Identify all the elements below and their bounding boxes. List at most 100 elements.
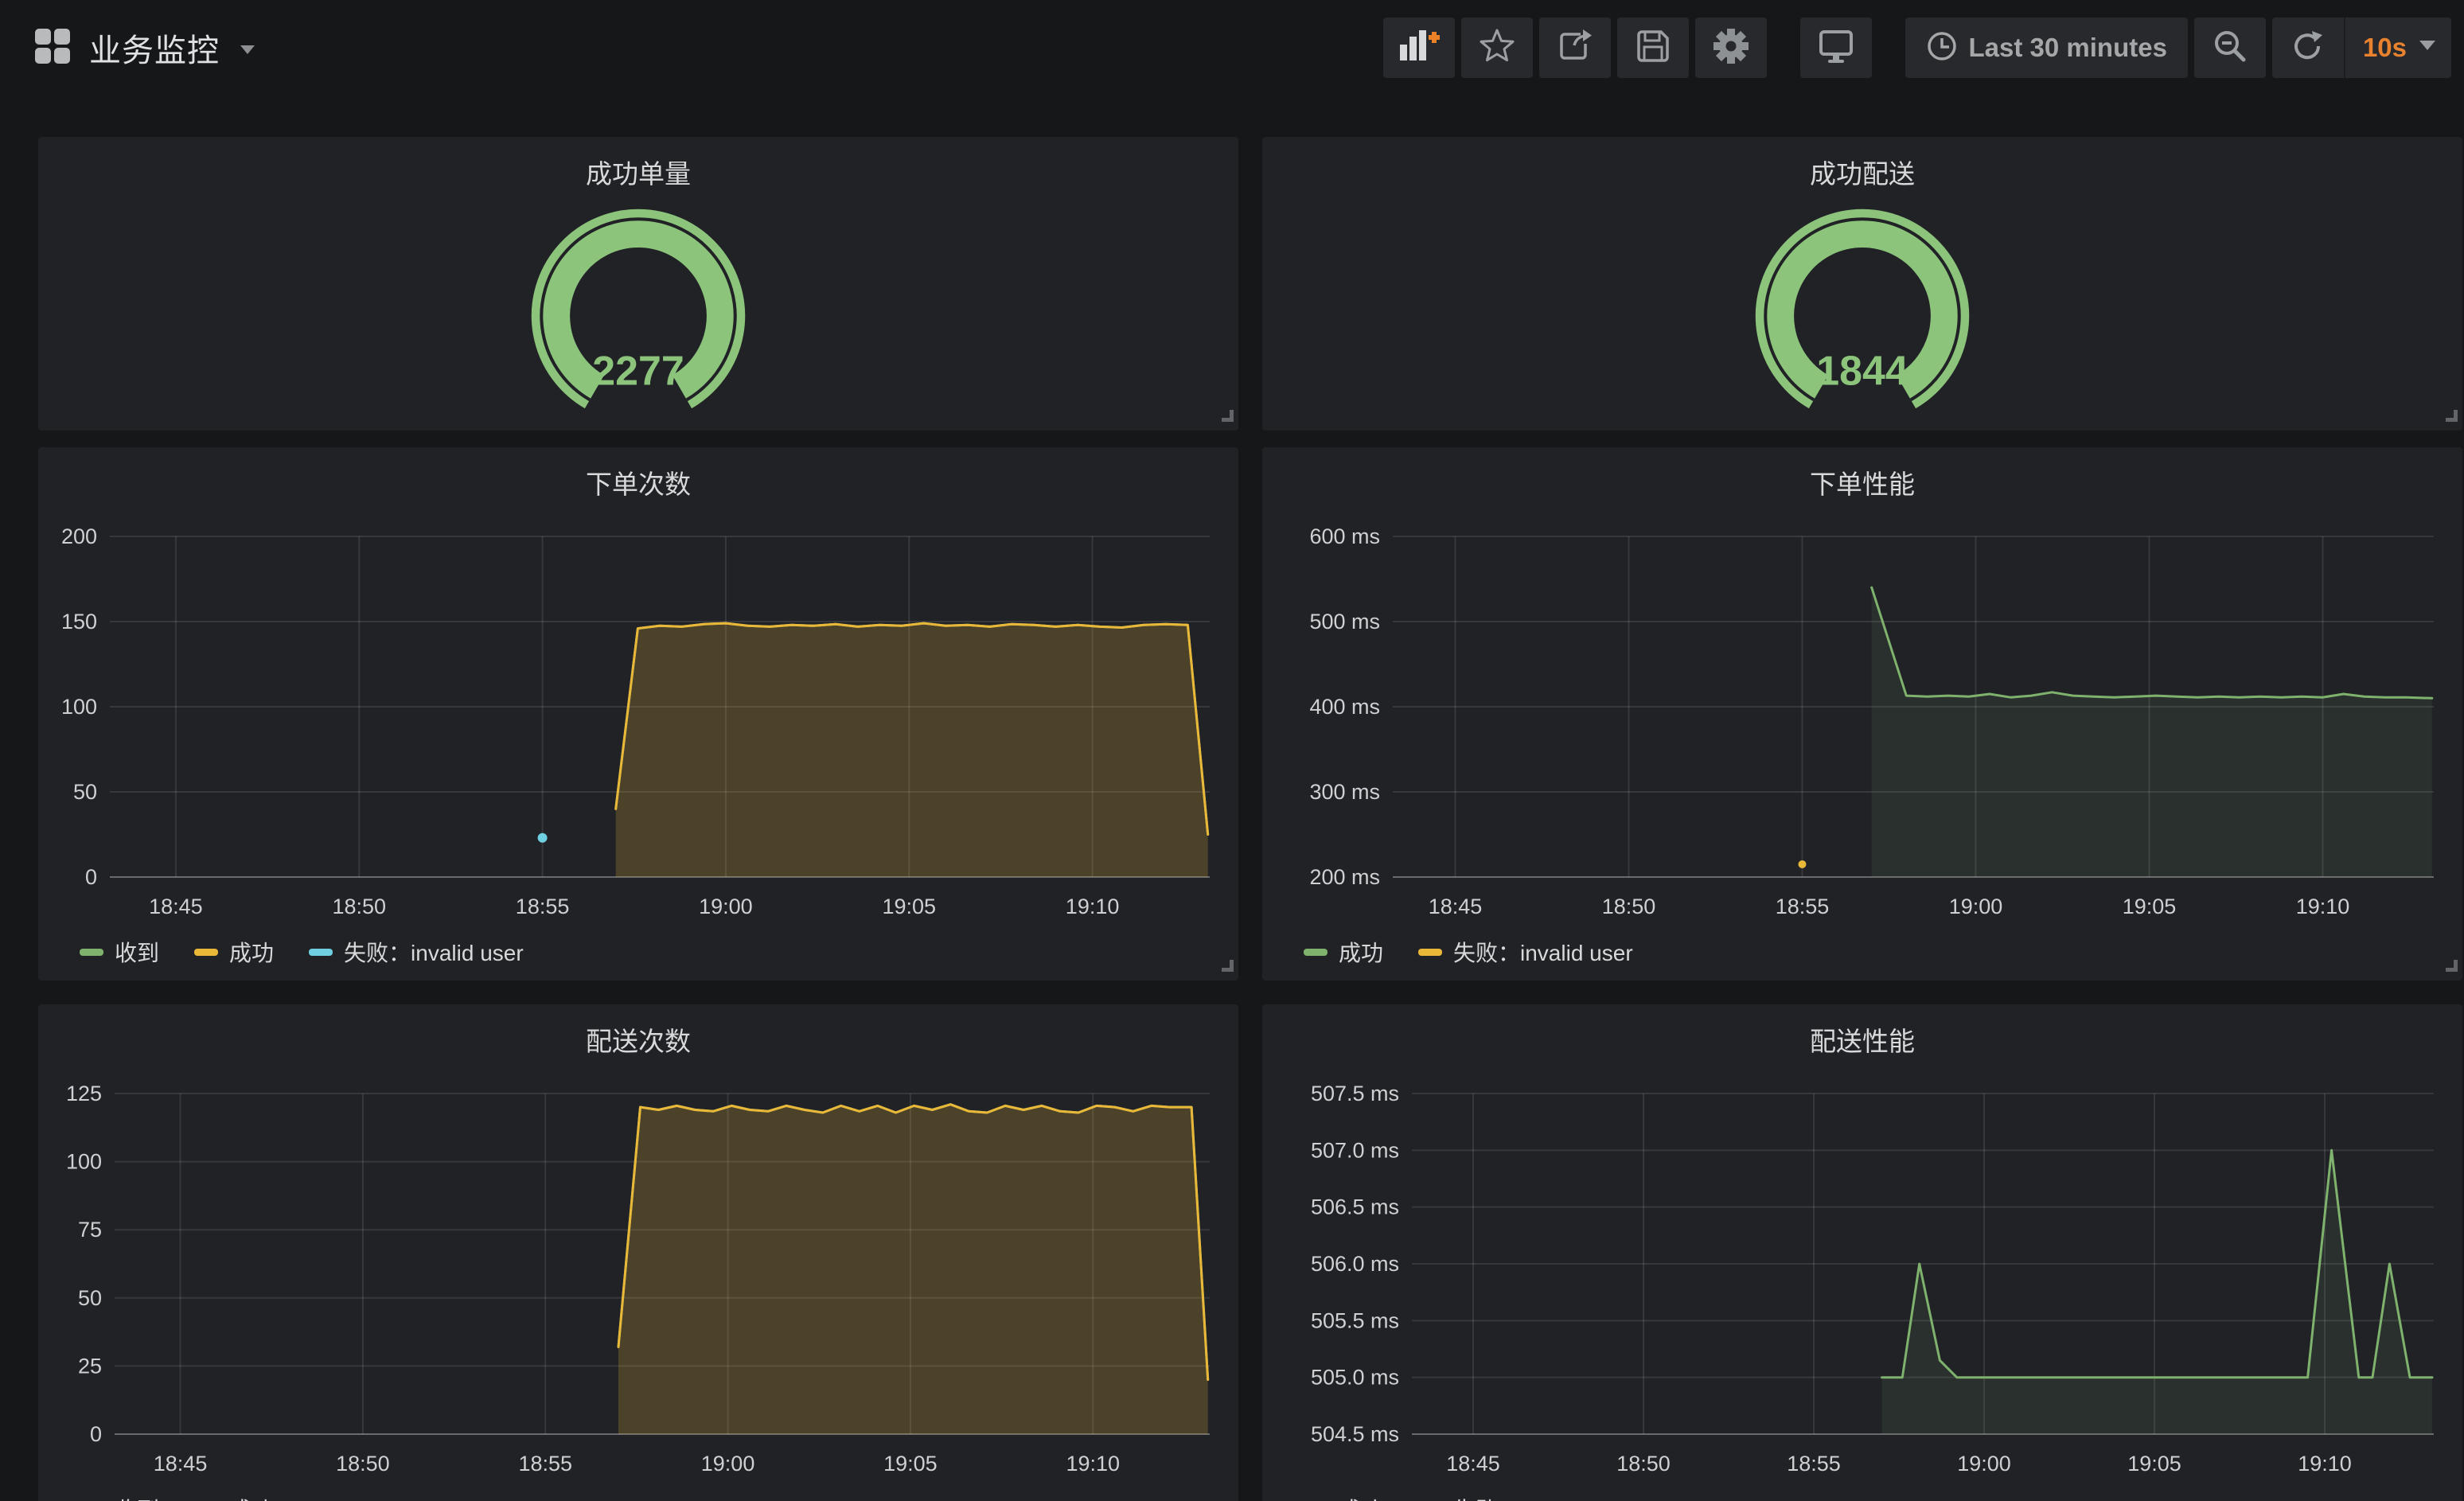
svg-text:18:50: 18:50 [1616, 1452, 1671, 1476]
legend-series-color [194, 949, 218, 956]
panel-order-performance: 下单性能 200 ms300 ms400 ms500 ms600 ms18:45… [1262, 447, 2462, 981]
svg-text:19:05: 19:05 [883, 1452, 938, 1476]
delivery-count-chart[interactable]: 0 25 50 75 100 125 18:45 18:50 18:55 19:00 19:05 19… [48, 1081, 1229, 1482]
legend-item[interactable]: 失败：invalid user [309, 936, 524, 968]
svg-text:18:45: 18:45 [149, 895, 203, 918]
svg-text:18:50: 18:50 [332, 895, 386, 918]
legend-series-color [80, 949, 103, 956]
chart-legend: 成功 失败：invalid user [1272, 1493, 2453, 1501]
svg-text:200: 200 [61, 524, 97, 548]
svg-text:506.0 ms: 506.0 ms [1311, 1252, 1399, 1276]
legend-series-label: 成功 [1339, 936, 1383, 968]
gauge: 1844 [1262, 205, 2462, 412]
svg-text:100: 100 [66, 1150, 102, 1174]
svg-text:19:00: 19:00 [699, 895, 753, 918]
svg-text:50: 50 [78, 1286, 102, 1310]
svg-text:100: 100 [61, 695, 97, 719]
svg-text:504.5 ms: 504.5 ms [1311, 1422, 1399, 1446]
svg-text:200 ms: 200 ms [1309, 865, 1380, 889]
legend-item[interactable]: 成功 [194, 1493, 274, 1501]
resize-handle-icon[interactable] [2446, 960, 2458, 976]
svg-text:18:50: 18:50 [336, 1452, 390, 1476]
legend-series-label: 失败：invalid user [1453, 1493, 1633, 1501]
resize-handle-icon[interactable] [2446, 410, 2458, 426]
panel-title[interactable]: 配送次数 [38, 1023, 1238, 1060]
chart-legend: 收到 成功 [48, 1493, 1229, 1501]
svg-text:505.5 ms: 505.5 ms [1311, 1308, 1399, 1332]
svg-text:600 ms: 600 ms [1309, 524, 1380, 548]
legend-series-label: 成功 [229, 1493, 274, 1501]
svg-text:19:10: 19:10 [2296, 895, 2350, 918]
svg-text:19:00: 19:00 [701, 1452, 755, 1476]
legend-series-color [1304, 949, 1328, 956]
svg-text:0: 0 [85, 865, 97, 889]
chart-body: 200 ms300 ms400 ms500 ms600 ms18:4518:50… [1262, 524, 2462, 968]
legend-series-label: 失败：invalid user [1453, 936, 1633, 968]
svg-text:505.0 ms: 505.0 ms [1311, 1366, 1399, 1390]
panel-title[interactable]: 下单次数 [38, 466, 1238, 503]
order-count-chart[interactable]: 0 50 100 150 200 18:45 18:50 18:55 19:00 19:05 19:… [48, 524, 1229, 925]
panel-title[interactable]: 成功配送 [1262, 156, 2462, 193]
chart-legend: 收到 成功 失败：invalid user [48, 936, 1229, 968]
svg-text:19:10: 19:10 [1066, 1452, 1120, 1476]
panel-delivery-performance: 配送性能 504.5 ms 505.0 ms 505.5 ms 506.0 ms 506… [1262, 1004, 2462, 1501]
svg-text:18:55: 18:55 [516, 895, 570, 918]
svg-text:125: 125 [66, 1082, 102, 1105]
panel-title[interactable]: 成功单量 [38, 156, 1238, 193]
legend-item[interactable]: 成功 [194, 936, 274, 968]
svg-text:150: 150 [61, 610, 97, 634]
legend-item[interactable]: 成功 [1304, 936, 1383, 968]
legend-series-label: 失败：invalid user [344, 936, 524, 968]
svg-text:18:55: 18:55 [1776, 895, 1830, 918]
svg-text:25: 25 [78, 1354, 102, 1378]
legend-series-color [309, 949, 333, 956]
svg-text:19:00: 19:00 [1949, 895, 2003, 918]
svg-text:18:55: 18:55 [518, 1452, 572, 1476]
svg-text:19:00: 19:00 [1957, 1452, 2011, 1476]
dashboard-grid-area: 成功单量 2277 成功配送 1844 [0, 0, 2464, 1501]
svg-text:75: 75 [78, 1218, 102, 1242]
svg-text:19:05: 19:05 [882, 895, 936, 918]
chart-body: 0 50 100 150 200 18:45 18:50 18:55 19:00 19:05 19:… [38, 524, 1238, 968]
chart-legend: 成功 失败：invalid user [1272, 936, 2453, 968]
order-performance-chart[interactable]: 200 ms300 ms400 ms500 ms600 ms18:4518:50… [1272, 524, 2453, 925]
svg-text:507.5 ms: 507.5 ms [1311, 1082, 1399, 1105]
legend-item[interactable]: 收到 [80, 1493, 159, 1501]
legend-series-color [1418, 949, 1442, 956]
chart-body: 0 25 50 75 100 125 18:45 18:50 18:55 19:00 19:05 19… [38, 1081, 1238, 1501]
panel-success-orders: 成功单量 2277 [38, 137, 1238, 431]
panel-delivery-count: 配送次数 0 25 50 75 100 125 18:45 18:50 18:55 19:00 19… [38, 1004, 1238, 1501]
legend-item[interactable]: 失败：invalid user [1418, 1493, 1633, 1501]
svg-text:18:55: 18:55 [1787, 1452, 1841, 1476]
panel-title[interactable]: 下单性能 [1262, 466, 2462, 503]
legend-series-label: 收到 [115, 1493, 159, 1501]
legend-series-label: 成功 [1339, 1493, 1383, 1501]
svg-text:19:05: 19:05 [2123, 895, 2177, 918]
svg-text:19:10: 19:10 [2298, 1452, 2352, 1476]
svg-text:300 ms: 300 ms [1309, 780, 1380, 804]
svg-text:19:05: 19:05 [2127, 1452, 2181, 1476]
gauge-value: 1844 [1816, 348, 1908, 394]
legend-series-label: 收到 [115, 936, 159, 968]
grafana-dashboard: 业务监控 [0, 0, 2464, 1501]
svg-text:506.5 ms: 506.5 ms [1311, 1195, 1399, 1219]
panel-title[interactable]: 配送性能 [1262, 1023, 2462, 1060]
svg-text:500 ms: 500 ms [1309, 610, 1380, 634]
svg-text:507.0 ms: 507.0 ms [1311, 1138, 1399, 1162]
legend-item[interactable]: 成功 [1304, 1493, 1383, 1501]
svg-text:0: 0 [90, 1422, 102, 1446]
gauge: 2277 [38, 205, 1238, 412]
svg-text:18:45: 18:45 [154, 1452, 208, 1476]
legend-item[interactable]: 失败：invalid user [1418, 936, 1633, 968]
gauge-value: 2277 [592, 348, 684, 394]
resize-handle-icon[interactable] [1222, 410, 1234, 426]
panel-success-deliveries: 成功配送 1844 [1262, 137, 2462, 431]
svg-text:50: 50 [73, 780, 97, 804]
svg-text:19:10: 19:10 [1066, 895, 1120, 918]
svg-text:18:45: 18:45 [1429, 895, 1483, 918]
legend-item[interactable]: 收到 [80, 936, 159, 968]
svg-text:18:45: 18:45 [1446, 1452, 1500, 1476]
resize-handle-icon[interactable] [1222, 960, 1234, 976]
delivery-performance-chart[interactable]: 504.5 ms 505.0 ms 505.5 ms 506.0 ms 506.5 ms… [1272, 1081, 2453, 1482]
svg-text:18:50: 18:50 [1602, 895, 1656, 918]
